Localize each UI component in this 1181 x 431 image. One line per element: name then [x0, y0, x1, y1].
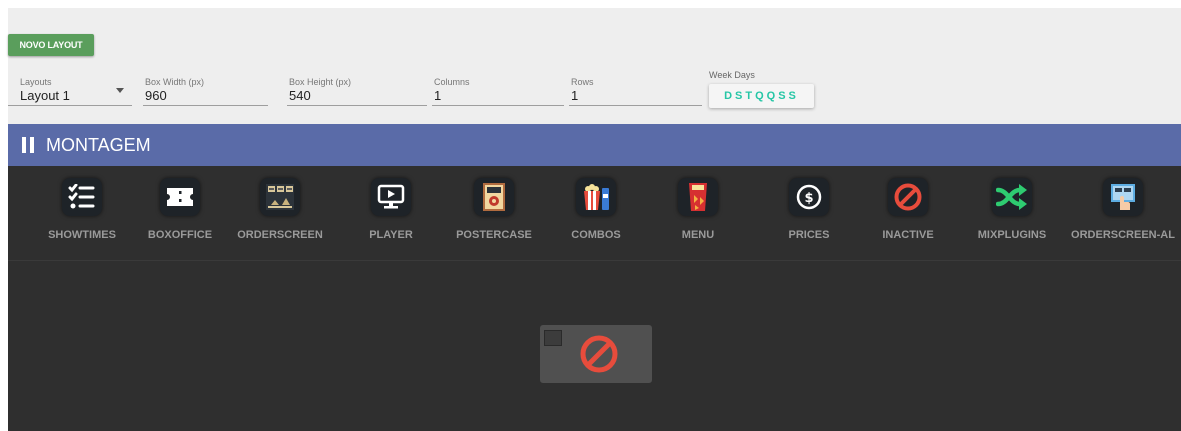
caret-down-icon — [116, 88, 124, 93]
plugin-label: COMBOS — [571, 229, 621, 241]
header-title: MONTAGEM — [46, 134, 151, 155]
box-height-value: 540 — [289, 88, 311, 103]
plugin-boxoffice[interactable]: BOXOFFICE — [130, 178, 230, 241]
poster-icon — [474, 178, 514, 216]
plugin-postercase[interactable]: POSTERCASE — [444, 178, 544, 241]
ban-icon — [888, 178, 928, 216]
new-layout-button[interactable]: NOVO LAYOUT — [8, 34, 94, 56]
plugin-palette: SHOWTIMES BOXOFFICE ORDERSCREEN PLAYER P… — [8, 166, 1181, 261]
layouts-label: Layouts — [20, 77, 52, 87]
montagem-workspace: SHOWTIMES BOXOFFICE ORDERSCREEN PLAYER P… — [8, 166, 1181, 431]
box-checkbox[interactable] — [544, 330, 562, 346]
plugin-label: SHOWTIMES — [48, 229, 116, 241]
columns-field[interactable]: Columns 1 — [432, 76, 564, 106]
dollar-icon: $ — [789, 178, 829, 216]
week-days-button[interactable]: DSTQQSS — [709, 84, 814, 108]
montagem-header: MONTAGEM — [8, 124, 1181, 166]
top-toolbar — [8, 8, 1181, 124]
plugin-inactive[interactable]: INACTIVE — [858, 178, 958, 241]
plugin-label: ORDERSCREEN-AL — [1071, 229, 1175, 241]
plugin-label: MIXPLUGINS — [977, 229, 1047, 241]
box-height-label: Box Height (px) — [289, 77, 352, 87]
pause-icon[interactable] — [22, 137, 34, 153]
monitor-play-icon — [371, 178, 411, 216]
popcorn-icon — [576, 178, 616, 216]
layouts-value: Layout 1 — [20, 88, 70, 103]
box-height-field[interactable]: Box Height (px) 540 — [287, 76, 427, 106]
plugin-label: BOXOFFICE — [147, 229, 213, 241]
svg-text:$: $ — [804, 191, 813, 206]
plugin-mixplugins[interactable]: MIXPLUGINS — [962, 178, 1062, 241]
rows-label: Rows — [571, 77, 594, 87]
ticket-icon — [160, 178, 200, 216]
box-width-field[interactable]: Box Width (px) 960 — [143, 76, 268, 106]
rows-value: 1 — [571, 88, 579, 103]
shuffle-icon — [992, 178, 1032, 216]
plugin-combos[interactable]: COMBOS — [546, 178, 646, 241]
plugin-label: PRICES — [788, 229, 830, 241]
columns-value: 1 — [434, 88, 442, 103]
plugin-label: MENU — [681, 229, 715, 241]
plugin-orderscreen[interactable]: ORDERSCREEN — [230, 178, 330, 241]
week-days-label: Week Days — [709, 70, 755, 80]
menu-bag-icon — [678, 178, 718, 216]
box-width-label: Box Width (px) — [145, 77, 205, 87]
plugin-label: PLAYER — [369, 229, 413, 241]
columns-label: Columns — [434, 77, 470, 87]
plugin-label: POSTERCASE — [456, 229, 532, 241]
checklist-icon — [62, 178, 102, 216]
plugin-label: INACTIVE — [882, 229, 934, 241]
plugin-menu[interactable]: MENU — [648, 178, 748, 241]
ban-icon — [580, 335, 618, 373]
layout-box[interactable] — [540, 325, 652, 383]
rows-field[interactable]: Rows 1 — [569, 76, 702, 106]
order-screen-icon — [260, 178, 300, 216]
plugin-prices[interactable]: $ PRICES — [759, 178, 859, 241]
layouts-select[interactable]: Layouts Layout 1 — [8, 76, 132, 106]
plugin-player[interactable]: PLAYER — [341, 178, 441, 241]
box-width-value: 960 — [145, 88, 167, 103]
plugin-label: ORDERSCREEN — [237, 229, 323, 241]
touch-screen-icon — [1103, 178, 1143, 216]
plugin-orderscreen-al[interactable]: ORDERSCREEN-AL — [1071, 178, 1175, 241]
plugin-showtimes[interactable]: SHOWTIMES — [32, 178, 132, 241]
